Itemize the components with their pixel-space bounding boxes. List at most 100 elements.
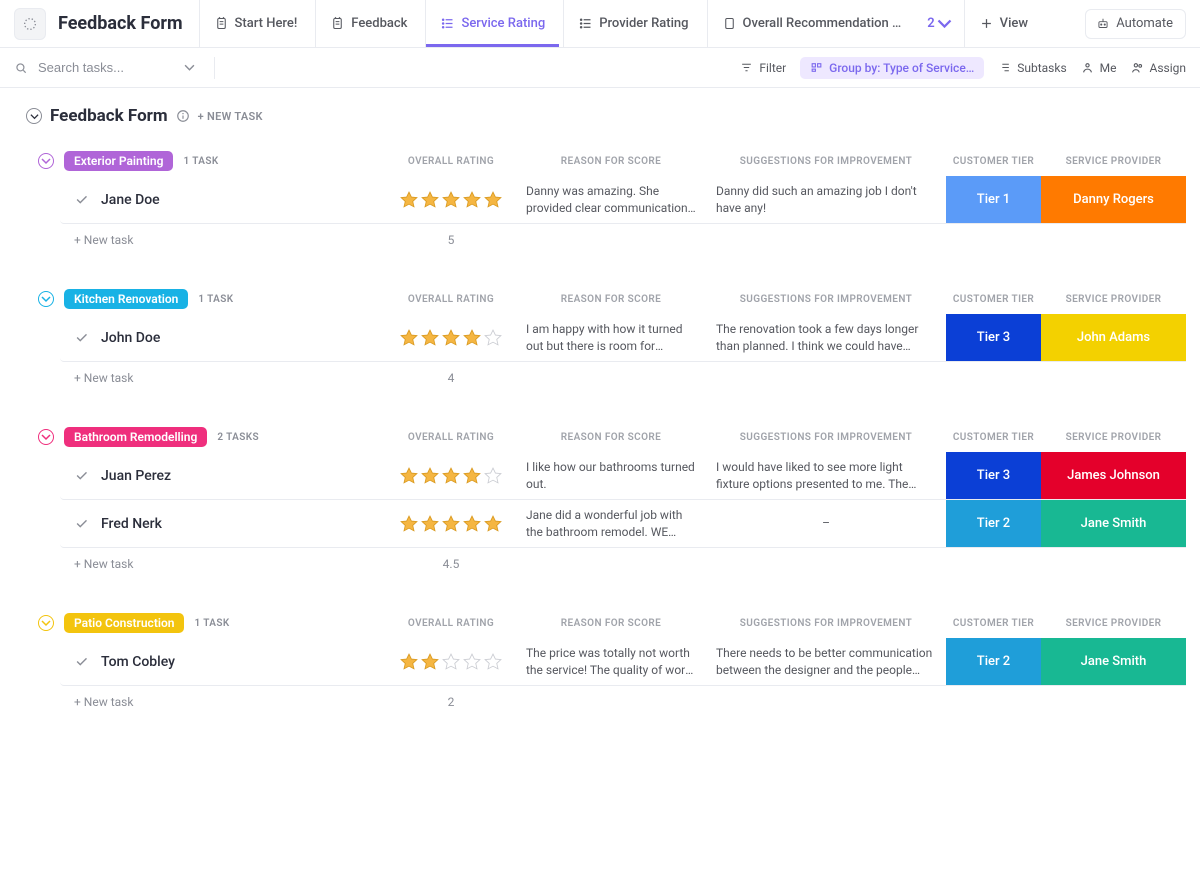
cell-reason[interactable]: Danny was amazing. She provided clear co… xyxy=(516,176,706,223)
cell-reason[interactable]: I am happy with how it turned out but th… xyxy=(516,314,706,361)
col-provider-header[interactable]: SERVICE PROVIDER xyxy=(1041,294,1186,305)
cell-tier[interactable]: Tier 1 xyxy=(946,176,1041,223)
cell-rating[interactable] xyxy=(386,452,516,499)
status-check-icon[interactable] xyxy=(74,468,89,483)
cell-rating[interactable] xyxy=(386,500,516,547)
status-check-icon[interactable] xyxy=(74,192,89,207)
col-rating-header[interactable]: OVERALL RATING xyxy=(386,618,516,629)
cell-provider[interactable]: Jane Smith xyxy=(1041,500,1186,547)
cell-provider[interactable]: Danny Rogers xyxy=(1041,176,1186,223)
cell-rating[interactable] xyxy=(386,314,516,361)
group-pill[interactable]: Kitchen Renovation xyxy=(64,289,188,309)
cell-reason[interactable]: I like how our bathrooms turned out. xyxy=(516,452,706,499)
subtasks-label: Subtasks xyxy=(1017,61,1066,75)
app-logo[interactable] xyxy=(14,8,46,40)
list-body: Feedback Form + NEW TASK Exterior Painti… xyxy=(0,88,1200,891)
group-pill[interactable]: Exterior Painting xyxy=(64,151,173,171)
cell-tier[interactable]: Tier 3 xyxy=(946,314,1041,361)
col-suggestions-header[interactable]: SUGGESTIONS FOR IMPROVEMENT xyxy=(706,618,946,629)
add-view-button[interactable]: View xyxy=(964,0,1042,47)
task-name: Juan Perez xyxy=(101,468,171,484)
collapse-toggle[interactable] xyxy=(38,615,54,631)
cell-suggestions[interactable]: There needs to be better communication b… xyxy=(706,638,946,685)
cell-rating[interactable] xyxy=(386,638,516,685)
chevron-down-icon[interactable] xyxy=(184,62,195,73)
new-task-button[interactable]: + New task xyxy=(60,695,386,709)
cell-tier[interactable]: Tier 3 xyxy=(946,452,1041,499)
person-icon xyxy=(1081,61,1094,74)
status-circle-icon[interactable] xyxy=(26,108,42,124)
col-suggestions-header[interactable]: SUGGESTIONS FOR IMPROVEMENT xyxy=(706,294,946,305)
cell-provider[interactable]: James Johnson xyxy=(1041,452,1186,499)
collapse-toggle[interactable] xyxy=(38,291,54,307)
tab-service-rating[interactable]: Service Rating xyxy=(425,0,559,47)
task-row[interactable]: Juan Perez I like how our bathrooms turne… xyxy=(60,452,1186,500)
cell-provider[interactable]: Jane Smith xyxy=(1041,638,1186,685)
group-pill[interactable]: Bathroom Remodelling xyxy=(64,427,207,447)
cell-tier[interactable]: Tier 2 xyxy=(946,638,1041,685)
col-tier-header[interactable]: CUSTOMER TIER xyxy=(946,294,1041,305)
tab-feedback[interactable]: Feedback xyxy=(315,0,421,47)
info-icon[interactable] xyxy=(176,109,190,123)
col-tier-header[interactable]: CUSTOMER TIER xyxy=(946,156,1041,167)
tab-overall-recommendation[interactable]: Overall Recommendation … xyxy=(707,0,916,47)
cell-rating[interactable] xyxy=(386,176,516,223)
subtasks-button[interactable]: Subtasks xyxy=(998,61,1066,75)
col-reason-header[interactable]: REASON FOR SCORE xyxy=(516,294,706,305)
status-check-icon[interactable] xyxy=(74,330,89,345)
extra-views-count[interactable]: 2 xyxy=(919,0,959,47)
group-pill[interactable]: Patio Construction xyxy=(64,613,184,633)
col-tier-header[interactable]: CUSTOMER TIER xyxy=(946,432,1041,443)
col-suggestions-header[interactable]: SUGGESTIONS FOR IMPROVEMENT xyxy=(706,432,946,443)
cell-suggestions[interactable]: Danny did such an amazing job I don't ha… xyxy=(706,176,946,223)
new-task-button[interactable]: + New task xyxy=(60,233,386,247)
status-check-icon[interactable] xyxy=(74,654,89,669)
new-task-header-button[interactable]: + NEW TASK xyxy=(198,110,263,123)
col-tier-header[interactable]: CUSTOMER TIER xyxy=(946,618,1041,629)
automate-label: Automate xyxy=(1116,16,1173,31)
col-rating-header[interactable]: OVERALL RATING xyxy=(386,294,516,305)
new-task-button[interactable]: + New task xyxy=(60,371,386,385)
cell-suggestions[interactable]: I would have liked to see more light fix… xyxy=(706,452,946,499)
new-task-button[interactable]: + New task xyxy=(60,557,386,571)
group-icon xyxy=(810,61,823,74)
status-check-icon[interactable] xyxy=(74,516,89,531)
tab-provider-rating[interactable]: Provider Rating xyxy=(563,0,702,47)
col-provider-header[interactable]: SERVICE PROVIDER xyxy=(1041,618,1186,629)
col-reason-header[interactable]: REASON FOR SCORE xyxy=(516,432,706,443)
me-label: Me xyxy=(1100,61,1117,75)
task-row[interactable]: Fred NerkJane did a wonderful job with t… xyxy=(60,500,1186,548)
cell-suggestions[interactable]: The renovation took a few days longer th… xyxy=(706,314,946,361)
group-task-count: 1 TASK xyxy=(198,294,233,305)
cell-reason[interactable]: The price was totally not worth the serv… xyxy=(516,638,706,685)
me-button[interactable]: Me xyxy=(1081,61,1117,75)
task-row[interactable]: Tom CobleyThe price was totally not wort… xyxy=(60,638,1186,686)
col-rating-header[interactable]: OVERALL RATING xyxy=(386,156,516,167)
search-input[interactable] xyxy=(36,59,176,76)
col-reason-header[interactable]: REASON FOR SCORE xyxy=(516,156,706,167)
col-reason-header[interactable]: REASON FOR SCORE xyxy=(516,618,706,629)
search-box[interactable] xyxy=(14,59,204,76)
filter-icon xyxy=(740,61,753,74)
automate-button[interactable]: Automate xyxy=(1085,9,1186,39)
col-rating-header[interactable]: OVERALL RATING xyxy=(386,432,516,443)
cell-suggestions[interactable]: – xyxy=(706,500,946,547)
tab-start-here[interactable]: Start Here! xyxy=(199,0,312,47)
assign-button[interactable]: Assign xyxy=(1131,61,1187,75)
col-provider-header[interactable]: SERVICE PROVIDER xyxy=(1041,432,1186,443)
collapse-toggle[interactable] xyxy=(38,153,54,169)
group-average: 4 xyxy=(386,371,516,385)
col-provider-header[interactable]: SERVICE PROVIDER xyxy=(1041,156,1186,167)
group-task-count: 1 TASK xyxy=(194,618,229,629)
cell-provider[interactable]: John Adams xyxy=(1041,314,1186,361)
task-row[interactable]: John DoeI am happy with how it turned ou… xyxy=(60,314,1186,362)
cell-reason[interactable]: Jane did a wonderful job with the bathro… xyxy=(516,500,706,547)
group-exterior-painting: Exterior Painting1 TASKOVERALL RATINGREA… xyxy=(14,146,1186,256)
page-title: Feedback Form xyxy=(58,13,183,34)
filter-button[interactable]: Filter xyxy=(740,61,786,75)
collapse-toggle[interactable] xyxy=(38,429,54,445)
cell-tier[interactable]: Tier 2 xyxy=(946,500,1041,547)
task-row[interactable]: Jane DoeDanny was amazing. She provided … xyxy=(60,176,1186,224)
col-suggestions-header[interactable]: SUGGESTIONS FOR IMPROVEMENT xyxy=(706,156,946,167)
group-by-button[interactable]: Group by: Type of Service… xyxy=(800,57,984,79)
